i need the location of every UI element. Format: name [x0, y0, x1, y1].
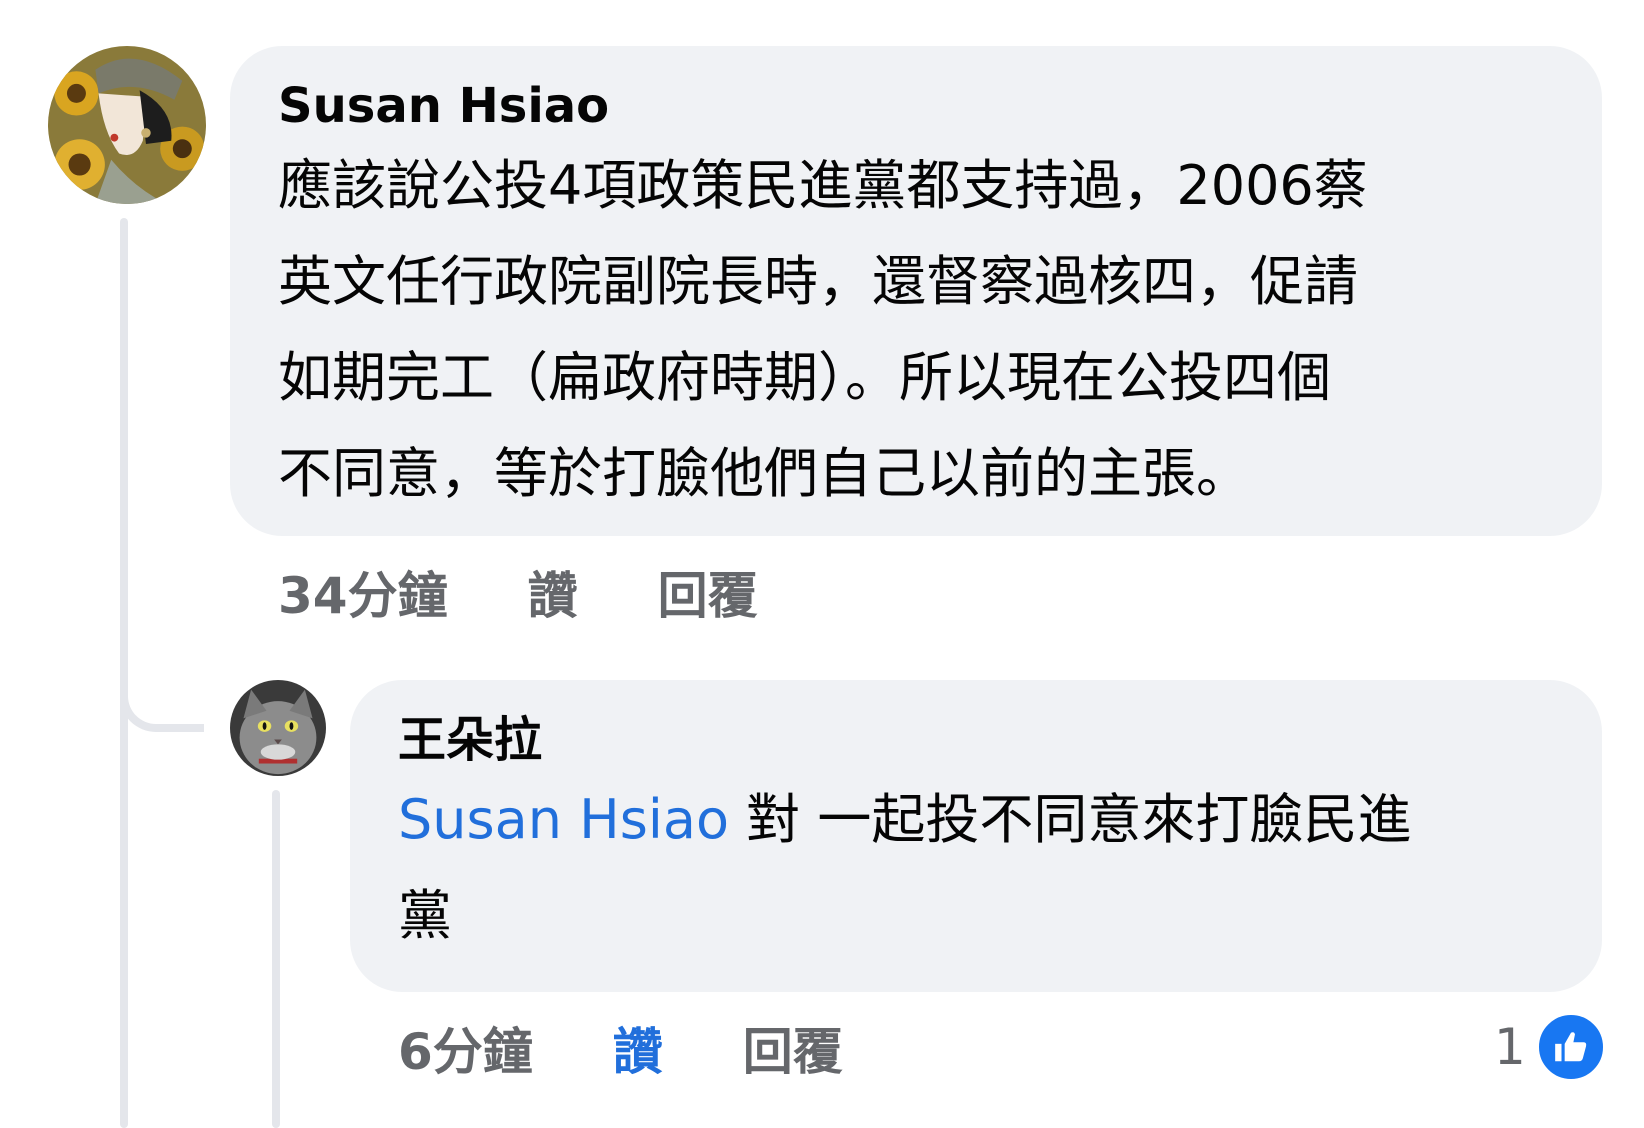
reply-button[interactable]: 回覆 [743, 1020, 843, 1084]
like-button[interactable]: 讚 [528, 564, 578, 628]
avatar-reply-author[interactable] [230, 680, 326, 776]
reply-author[interactable]: 王朵拉 [398, 708, 1556, 772]
mention-link[interactable]: Susan Hsiao [398, 788, 729, 851]
reply-text: Susan Hsiao 對 一起投不同意來打臉民進 黨 [398, 772, 1556, 964]
comment-bubble: Susan Hsiao 應該說公投4項政策民進黨都支持過，2006蔡 英文任行政… [230, 46, 1602, 536]
comment-actions: 34分鐘 讚 回覆 [278, 564, 838, 628]
reaction-count: 1 [1494, 1018, 1526, 1076]
reply-button[interactable]: 回覆 [658, 564, 758, 628]
comment-text-line: 應該說公投4項政策民進黨都支持過，2006蔡 [278, 154, 1368, 217]
reply-timestamp[interactable]: 6分鐘 [398, 1020, 533, 1084]
like-button[interactable]: 讚 [613, 1020, 663, 1084]
comment-text-line: 如期完工（扁政府時期）。所以現在公投四個 [278, 346, 1331, 409]
comment-author[interactable]: Susan Hsiao [278, 74, 1556, 138]
avatar-susan-hsiao[interactable] [48, 46, 206, 204]
reply-bubble: 王朵拉 Susan Hsiao 對 一起投不同意來打臉民進 黨 [350, 680, 1602, 992]
reaction-summary[interactable]: 1 [1494, 1012, 1606, 1082]
reply-connector-line [272, 790, 280, 1128]
thread-connector-curve [120, 640, 204, 732]
reply-text-line: 對 一起投不同意來打臉民進 [729, 788, 1412, 851]
comment-text-line: 英文任行政院副院長時，還督察過核四，促請 [278, 250, 1358, 313]
thumbs-up-icon [1535, 1012, 1606, 1082]
reply-text-line: 黨 [398, 884, 452, 947]
reply-actions: 6分鐘 讚 回覆 [398, 1020, 923, 1084]
comment-text-line: 不同意，等於打臉他們自己以前的主張。 [278, 442, 1250, 505]
comment-thread: Susan Hsiao 應該說公投4項政策民進黨都支持過，2006蔡 英文任行政… [0, 0, 1644, 1128]
comment-text: 應該說公投4項政策民進黨都支持過，2006蔡 英文任行政院副院長時，還督察過核四… [278, 138, 1556, 522]
comment-timestamp[interactable]: 34分鐘 [278, 564, 448, 628]
